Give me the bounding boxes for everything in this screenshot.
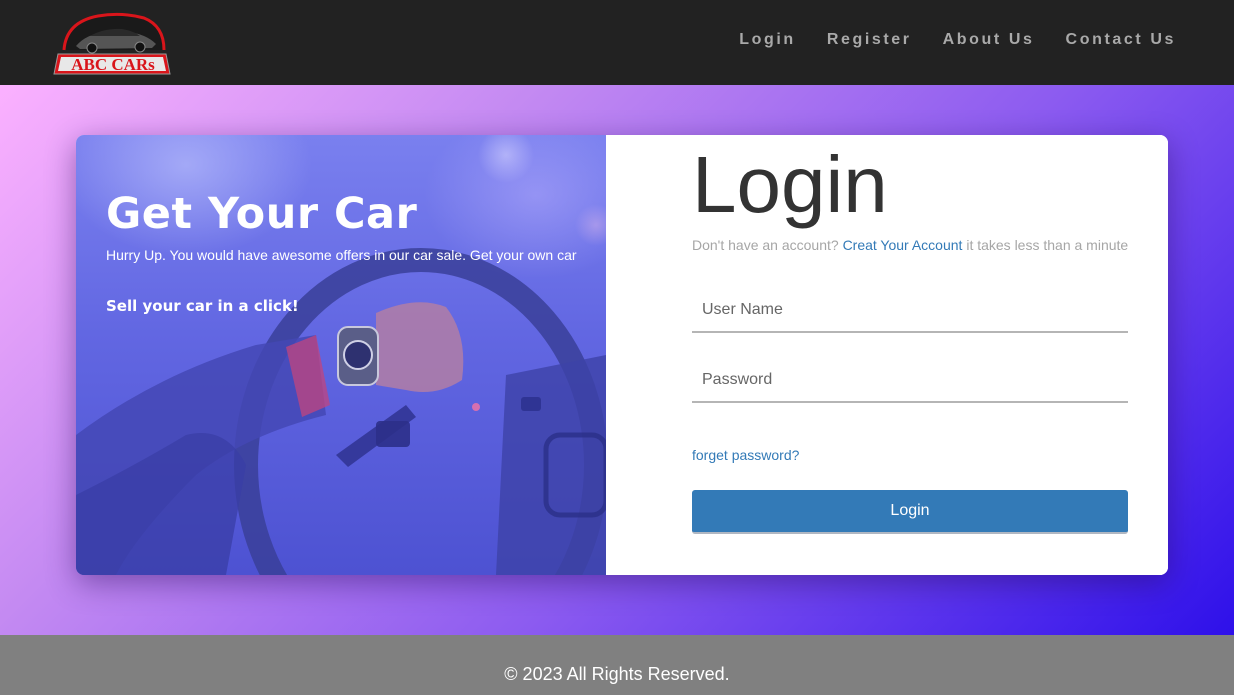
promo-panel: Get Your Car Hurry Up. You would have aw… [76,135,606,575]
logo-text: ABC CARs [71,55,155,74]
hero-title: Get Your Car [106,189,418,239]
hero-subtitle: Hurry Up. You would have awesome offers … [106,247,577,263]
copyright-text: © 2023 All Rights Reserved. [504,664,730,684]
page-footer: © 2023 All Rights Reserved. [0,635,1234,695]
create-account-link[interactable]: Creat Your Account [843,237,963,253]
login-card: Get Your Car Hurry Up. You would have aw… [76,135,1168,575]
signup-suffix: it takes less than a minute [966,237,1129,253]
hero-cta-text: Sell your car in a click! [106,297,299,315]
nav-about-link[interactable]: About Us [943,31,1035,49]
login-submit-button[interactable]: Login [692,490,1128,534]
main-nav: Login Register About Us Contact Us [708,31,1176,49]
nav-register-link[interactable]: Register [827,31,912,49]
password-input[interactable] [692,359,1128,403]
hero-background: Get Your Car Hurry Up. You would have aw… [0,85,1234,635]
signup-prefix: Don't have an account? [692,237,839,253]
signup-prompt: Don't have an account? Creat Your Accoun… [692,237,1128,253]
login-form-panel: Login Don't have an account? Creat Your … [606,135,1168,575]
login-title: Login [692,140,888,229]
forgot-password-link[interactable]: forget password? [692,447,799,463]
top-navbar: ABC CARs Login Register About Us Contact… [0,0,1234,85]
username-input[interactable] [692,289,1128,333]
nav-login-link[interactable]: Login [739,31,796,49]
abc-cars-logo[interactable]: ABC CARs [52,12,174,80]
nav-contact-link[interactable]: Contact Us [1066,31,1176,49]
